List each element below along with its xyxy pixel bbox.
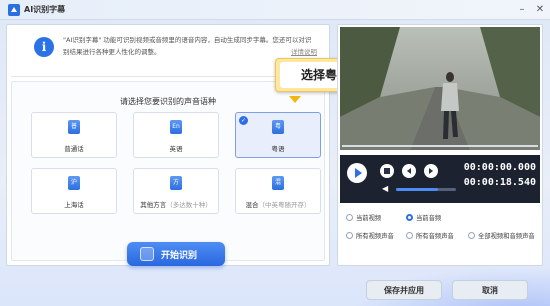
lang-label: 其他方言（多达数十种） bbox=[140, 201, 212, 209]
title-bar: AI识别字幕 – ✕ bbox=[0, 0, 550, 20]
checkmark-icon: ✓ bbox=[239, 116, 248, 125]
window-title: AI识别字幕 bbox=[24, 5, 66, 14]
scope-option-all-video-audio[interactable]: 全部视频和音频声音 bbox=[468, 231, 535, 240]
save-apply-button[interactable]: 保存并应用 bbox=[366, 280, 442, 300]
prev-frame-icon[interactable] bbox=[402, 164, 416, 178]
mixed-icon: 混 bbox=[272, 176, 284, 190]
scope-option-all-video[interactable]: 所有视频声音 bbox=[346, 231, 394, 240]
scope-option-current-audio[interactable]: 当前音频 bbox=[406, 213, 441, 222]
cantonese-icon: 粤 bbox=[272, 120, 284, 134]
callout-arrow-icon bbox=[289, 96, 301, 103]
details-link[interactable]: 详情说明 bbox=[291, 46, 317, 56]
shanghainese-icon: 沪 bbox=[68, 176, 80, 190]
lang-label: 粤语 bbox=[271, 145, 285, 153]
start-recognition-button[interactable]: 开始识别 bbox=[127, 242, 225, 266]
radio-icon bbox=[406, 214, 413, 221]
lang-label: 上海话 bbox=[64, 201, 84, 209]
volume-fill bbox=[396, 188, 438, 191]
lang-card-shanghainese[interactable]: 沪 上海话 bbox=[31, 168, 117, 214]
mandarin-icon: 普 bbox=[68, 120, 80, 134]
info-icon: i bbox=[34, 37, 54, 57]
lang-card-mixed[interactable]: 混 混合（中英粤随开存） bbox=[235, 168, 321, 214]
lang-card-english[interactable]: En 英语 bbox=[133, 112, 219, 158]
language-section: 请选择您要识别的声音语种 普 普通话 En 英语 ✓ 粤 粤语 沪 上海话 方 … bbox=[11, 81, 325, 266]
lang-card-mandarin[interactable]: 普 普通话 bbox=[31, 112, 117, 158]
radio-icon bbox=[346, 232, 353, 239]
lang-card-cantonese[interactable]: ✓ 粤 粤语 bbox=[235, 112, 321, 158]
radio-icon bbox=[468, 232, 475, 239]
close-icon[interactable]: ✕ bbox=[532, 2, 548, 18]
preview-panel: ◀ 00:00:00.000 00:00:18.540 当前视频 当前音频 所有… bbox=[337, 24, 543, 266]
dialect-icon: 方 bbox=[170, 176, 182, 190]
volume-slider[interactable] bbox=[396, 188, 456, 191]
scope-options: 当前视频 当前音频 所有视频声音 所有音频声音 全部视频和音频声音 bbox=[340, 203, 540, 265]
lang-label: 普通话 bbox=[64, 145, 84, 153]
cancel-button[interactable]: 取消 bbox=[452, 280, 528, 300]
lang-label: 英语 bbox=[169, 145, 183, 153]
lang-label: 混合（中英粤随开存） bbox=[245, 201, 311, 209]
recognize-icon bbox=[140, 247, 154, 261]
stop-icon[interactable] bbox=[380, 164, 394, 178]
volume-icon[interactable]: ◀ bbox=[382, 184, 392, 194]
lang-card-dialect[interactable]: 方 其他方言（多达数十种） bbox=[133, 168, 219, 214]
scope-option-all-audio[interactable]: 所有音频声音 bbox=[406, 231, 454, 240]
radio-icon bbox=[406, 232, 413, 239]
minimize-icon[interactable]: – bbox=[514, 2, 530, 18]
play-icon[interactable] bbox=[347, 163, 367, 183]
next-frame-icon[interactable] bbox=[424, 164, 438, 178]
radio-icon bbox=[346, 214, 353, 221]
time-current: 00:00:00.000 bbox=[463, 162, 536, 173]
info-text: "AI识别字幕" 功能可识别视频或音频里的语音内容，自动生成同步字幕。您还可以对… bbox=[63, 36, 312, 56]
english-icon: En bbox=[170, 120, 182, 134]
language-prompt: 请选择您要识别的声音语种 bbox=[120, 97, 216, 106]
time-total: 00:00:18.540 bbox=[463, 177, 536, 188]
scope-option-current-video[interactable]: 当前视频 bbox=[346, 213, 381, 222]
app-logo-icon bbox=[8, 4, 20, 16]
video-preview[interactable] bbox=[340, 27, 540, 150]
player-controls: ◀ 00:00:00.000 00:00:18.540 bbox=[340, 155, 540, 203]
